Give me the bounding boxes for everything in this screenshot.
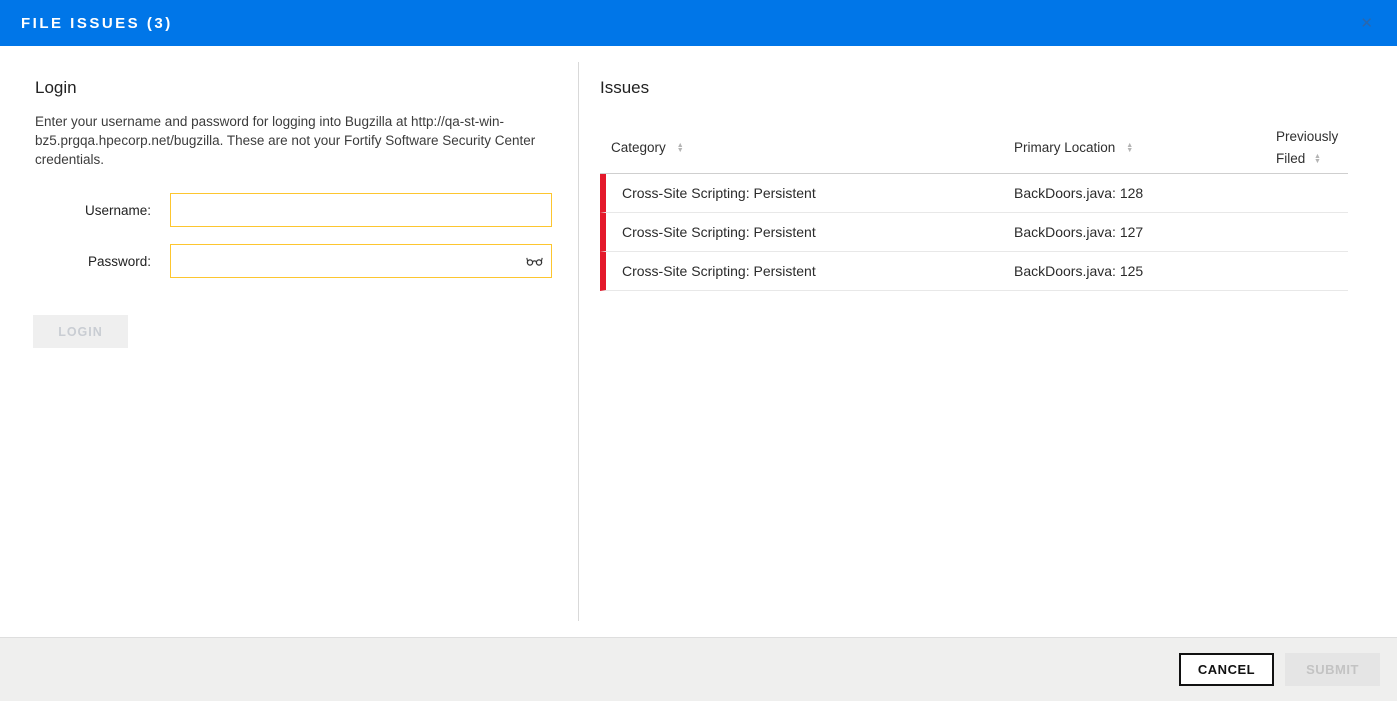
issue-primary-location: BackDoors.java: 127 — [1014, 224, 1276, 240]
sort-icon: ▲▼ — [1126, 143, 1133, 153]
issues-table-body: Cross-Site Scripting: Persistent BackDoo… — [600, 174, 1348, 291]
column-label: Primary Location — [1014, 140, 1115, 155]
dialog-body: Login Enter your username and password f… — [0, 46, 1397, 637]
column-header-primary-location[interactable]: Primary Location ▲▼ — [1014, 140, 1276, 155]
dialog-titlebar: FILE ISSUES (3) ✕ — [0, 0, 1397, 46]
issues-heading: Issues — [600, 78, 1397, 98]
login-panel: Login Enter your username and password f… — [0, 46, 578, 637]
username-row: Username: — [35, 193, 552, 227]
column-header-category[interactable]: Category ▲▼ — [611, 140, 1014, 155]
password-field[interactable] — [170, 244, 552, 278]
login-button[interactable]: LOGIN — [33, 315, 128, 348]
column-label: Previously — [1276, 129, 1338, 144]
issue-primary-location: BackDoors.java: 125 — [1014, 263, 1276, 279]
show-password-icon[interactable] — [526, 256, 543, 267]
issue-primary-location: BackDoors.java: 128 — [1014, 185, 1276, 201]
dialog-title: FILE ISSUES (3) — [21, 15, 173, 32]
login-heading: Login — [35, 78, 552, 98]
column-label: Filed — [1276, 151, 1305, 166]
table-row[interactable]: Cross-Site Scripting: Persistent BackDoo… — [600, 174, 1348, 213]
table-row[interactable]: Cross-Site Scripting: Persistent BackDoo… — [600, 213, 1348, 252]
sort-icon: ▲▼ — [677, 143, 684, 153]
cancel-button[interactable]: CANCEL — [1179, 653, 1274, 686]
issues-table: Category ▲▼ Primary Location ▲▼ Previous… — [600, 122, 1348, 291]
sort-icon: ▲▼ — [1314, 154, 1321, 164]
login-description: Enter your username and password for log… — [35, 112, 543, 169]
issues-panel: Issues Category ▲▼ Primary Location ▲▼ P… — [579, 46, 1397, 637]
password-label: Password: — [35, 254, 170, 269]
issue-category: Cross-Site Scripting: Persistent — [622, 185, 1014, 201]
username-label: Username: — [35, 203, 170, 218]
issue-category: Cross-Site Scripting: Persistent — [622, 263, 1014, 279]
username-field[interactable] — [170, 193, 552, 227]
dialog-footer: CANCEL SUBMIT — [0, 637, 1397, 701]
table-row[interactable]: Cross-Site Scripting: Persistent BackDoo… — [600, 252, 1348, 291]
close-icon[interactable]: ✕ — [1354, 12, 1379, 35]
password-row: Password: — [35, 244, 552, 278]
issues-table-header: Category ▲▼ Primary Location ▲▼ Previous… — [600, 122, 1348, 174]
issue-category: Cross-Site Scripting: Persistent — [622, 224, 1014, 240]
column-header-previously-filed[interactable]: Previously Filed ▲▼ — [1276, 126, 1348, 170]
column-label: Category — [611, 140, 666, 155]
submit-button[interactable]: SUBMIT — [1285, 653, 1380, 686]
